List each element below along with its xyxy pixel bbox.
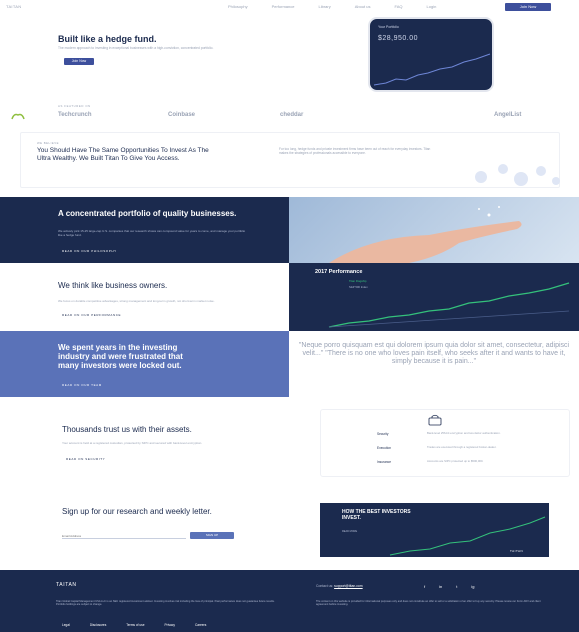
performance-title: We think like business owners.: [58, 281, 168, 290]
nav-link-performance[interactable]: Performance: [272, 4, 295, 9]
newsletter-title: Sign up for our research and weekly lett…: [62, 507, 212, 516]
hands-image: [289, 197, 579, 263]
footer-contact-label: Contact us:: [316, 584, 334, 588]
laurel-icon: [10, 108, 26, 120]
team-section: We spent years in the investing industry…: [0, 331, 289, 397]
footer-contact-email[interactable]: support@titan.com: [334, 584, 363, 588]
philosophy-link[interactable]: READ ON OUR PHILOSOPHY: [62, 249, 117, 253]
newsletter-signup-button[interactable]: SIGN UP: [190, 532, 234, 539]
nav-join-button[interactable]: Join Now: [505, 3, 551, 11]
research-card-brand: TAITAN: [510, 549, 524, 553]
philosophy-copy: We actively pick 15-25 large-cap U.S. co…: [58, 229, 246, 237]
footer: TAITAN Contact us: support@titan.com f i…: [0, 570, 579, 632]
performance-copy: We focus on durable competitive advantag…: [58, 299, 215, 303]
phone-portfolio-value: $28,950.00: [378, 35, 419, 42]
philosophy-title: A concentrated portfolio of quality busi…: [58, 209, 237, 218]
team-title: We spent years in the investing industry…: [58, 343, 183, 370]
philosophy-section: A concentrated portfolio of quality busi…: [0, 197, 289, 263]
nav-link-library[interactable]: Library: [318, 4, 330, 9]
footer-link-careers[interactable]: Careers: [195, 623, 206, 627]
security-card: Security Bank-level 256-bit encryption a…: [320, 409, 570, 477]
nav-links: Philosophy Performance Library About us …: [228, 4, 460, 9]
nav-link-about[interactable]: About us: [355, 4, 371, 9]
phone-chart: [373, 53, 491, 86]
performance-line-chart: [328, 282, 570, 328]
trust-section: Thousands trust us with their assets. Yo…: [0, 397, 579, 489]
security-row-value: Bank-level 256-bit encryption and two-fa…: [427, 431, 501, 435]
performance-section: We think like business owners. We focus …: [0, 263, 289, 331]
quote-panel: "Neque porro quisquam est qui dolorem ip…: [289, 331, 579, 397]
footer-link-terms[interactable]: Terms of use: [126, 623, 144, 627]
footer-disclaimer-right: The content on this website is provided …: [316, 600, 541, 607]
security-link[interactable]: READ ON SECURITY: [66, 457, 105, 461]
nav-link-philosophy[interactable]: Philosophy: [228, 4, 248, 9]
mission-heading: You Should Have The Same Opportunities T…: [37, 147, 209, 162]
footer-link-legal[interactable]: Legal: [62, 623, 70, 627]
footer-disclaimer-left: Titan Global Capital Management USA LLC …: [56, 600, 275, 607]
hero-join-button[interactable]: Join Now: [64, 58, 94, 65]
logo-techcrunch: Techcrunch: [58, 112, 92, 118]
hero-subtitle: The modern approach to investing in exce…: [58, 46, 214, 50]
footer-links: Legal Disclosures Terms of use Privacy C…: [62, 623, 226, 627]
nav-link-faq[interactable]: FAQ: [395, 4, 403, 9]
newsletter-email-input[interactable]: [62, 533, 186, 539]
linkedin-icon[interactable]: in: [439, 584, 442, 589]
insurance-row-label: Insurance: [377, 460, 391, 464]
footer-social: f in t ig: [424, 584, 489, 589]
footer-link-privacy[interactable]: Privacy: [165, 623, 175, 627]
trust-copy: Your account is held at a registered cus…: [62, 441, 203, 445]
nav-link-login[interactable]: Login: [427, 4, 437, 9]
performance-link[interactable]: READ ON OUR PERFORMANCE: [62, 313, 121, 317]
facebook-icon[interactable]: f: [424, 584, 425, 589]
twitter-icon[interactable]: t: [456, 584, 457, 589]
security-row-label: Security: [377, 432, 389, 436]
quote-text: "Neque porro quisquam est qui dolorem ip…: [298, 342, 570, 365]
instagram-icon[interactable]: ig: [471, 584, 474, 589]
research-card: HOW THE BEST INVESTORS INVEST. READ MORE…: [320, 503, 549, 557]
featured-label: AS FEATURED ON: [58, 104, 91, 108]
logo-coinbase: Coinbase: [168, 112, 196, 118]
mission-card: WE BELIEVE You Should Have The Same Oppo…: [20, 132, 560, 188]
lock-icon: [428, 414, 442, 426]
trust-title: Thousands trust us with their assets.: [62, 425, 192, 434]
press-logos: AS FEATURED ON Techcrunch Coinbase chedd…: [0, 100, 579, 128]
footer-link-disclosures[interactable]: Disclosures: [90, 623, 106, 627]
logo-angellist: AngelList: [494, 112, 522, 118]
execution-row-label: Execution: [377, 446, 391, 450]
bubble-decoration: [475, 164, 560, 186]
team-link[interactable]: READ ON OUR TEAM: [62, 383, 102, 387]
performance-chart-panel: 2017 Performance Titan Flagship S&P 500 …: [289, 263, 579, 331]
footer-contact: Contact us: support@titan.com: [316, 584, 363, 588]
top-nav: TAITAN Philosophy Performance Library Ab…: [0, 0, 579, 14]
mission-eyebrow: WE BELIEVE: [37, 141, 59, 145]
nav-logo[interactable]: TAITAN: [6, 4, 21, 9]
mission-copy: For too long, hedge funds and private in…: [279, 147, 431, 156]
phone-portfolio-title: Your Portfolio: [378, 25, 399, 29]
footer-logo[interactable]: TAITAN: [56, 582, 77, 588]
logo-cheddar: cheddar: [280, 112, 304, 118]
execution-row-value: Trades are executed through a registered…: [427, 445, 497, 449]
phone-mockup: Your Portfolio $28,950.00: [368, 17, 494, 92]
newsletter-section: Sign up for our research and weekly lett…: [0, 489, 579, 570]
insurance-row-value: Accounts are SIPC protected up to $500,0…: [427, 459, 484, 463]
hero-title: Built like a hedge fund.: [58, 34, 157, 44]
